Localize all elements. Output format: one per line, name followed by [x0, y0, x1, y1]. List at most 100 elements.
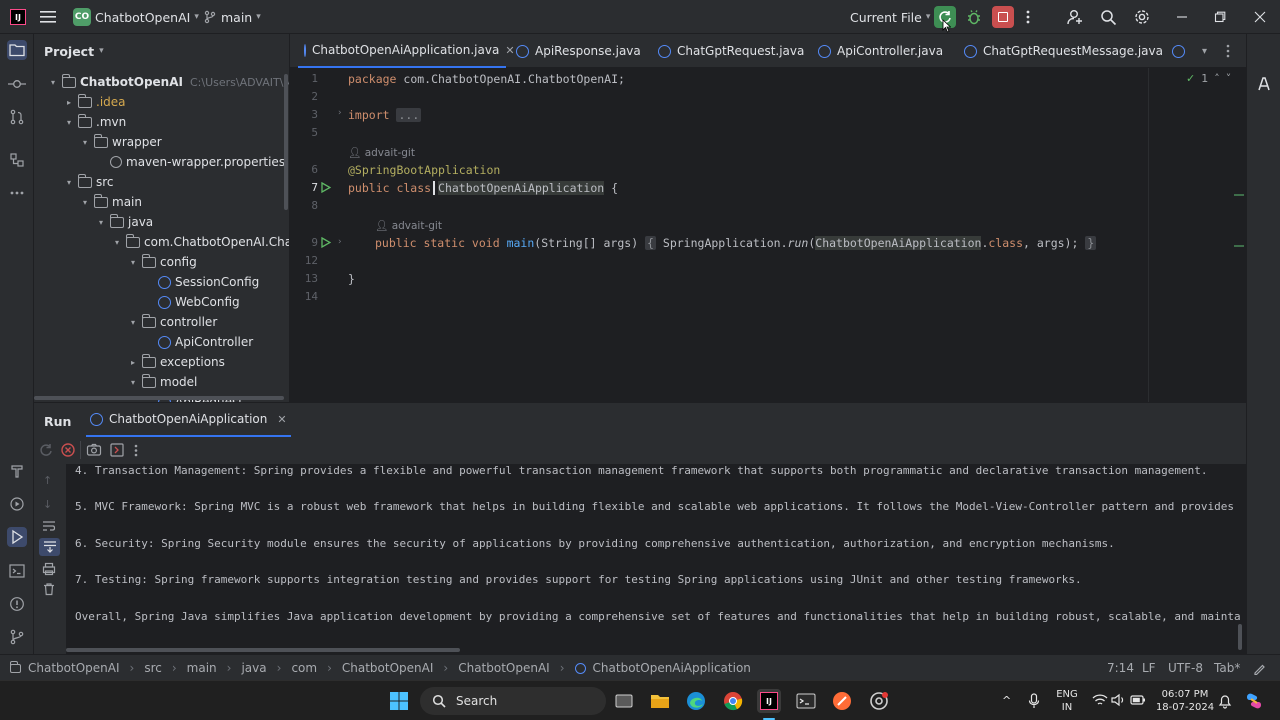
add-user-icon[interactable]: [1066, 0, 1084, 34]
chevron-down-icon[interactable]: ▾: [64, 177, 74, 187]
breadcrumb-item[interactable]: src: [144, 661, 162, 675]
breadcrumb-item[interactable]: ChatbotOpenAiApplication: [593, 661, 751, 675]
tab-api-response[interactable]: ApiResponse.java: [516, 34, 641, 68]
fold-chevron-icon[interactable]: ›: [337, 108, 342, 118]
more-tool-windows-icon[interactable]: [7, 183, 27, 203]
terminal-app-icon[interactable]: [794, 689, 818, 713]
minimize-window-icon[interactable]: [1176, 0, 1188, 34]
chevron-down-icon[interactable]: ▾: [80, 137, 90, 147]
breadcrumb-item[interactable]: java: [241, 661, 266, 675]
read-only-lock-icon[interactable]: [1253, 655, 1266, 681]
console-vertical-scrollbar[interactable]: [1238, 624, 1242, 650]
tab-chatbot-open-ai-application[interactable]: ChatbotOpenAiApplication.java ✕: [298, 34, 515, 68]
indent-setting[interactable]: Tab*: [1214, 655, 1240, 681]
problems-icon[interactable]: [7, 594, 27, 614]
tab-chat-gpt-request-message[interactable]: ChatGptRequestMessage.java: [964, 34, 1163, 68]
intellij-taskbar-icon[interactable]: IJ: [757, 689, 781, 713]
tree-item[interactable]: ▾ src: [64, 172, 114, 192]
commit-icon[interactable]: [7, 74, 27, 94]
terminal-icon[interactable]: [7, 561, 27, 581]
structure-icon[interactable]: [7, 150, 27, 170]
services-icon[interactable]: [7, 494, 27, 514]
run-class-gutter-icon[interactable]: [321, 182, 331, 193]
tree-item[interactable]: ▾ com.ChatbotOpenAI.Chatbot: [112, 232, 289, 252]
exit-icon[interactable]: [109, 442, 125, 458]
chevron-down-icon[interactable]: ▾: [48, 77, 58, 87]
inspection-widget[interactable]: ✓ 1 ˄ ˅: [1186, 72, 1231, 85]
tray-overflow-chevron-icon[interactable]: ^: [1002, 694, 1011, 707]
battery-icon[interactable]: [1130, 693, 1146, 707]
run-config-select[interactable]: Current File ▾: [850, 0, 930, 34]
file-explorer-icon[interactable]: [648, 689, 672, 713]
print-icon[interactable]: [42, 562, 56, 576]
tab-chat-gpt-request[interactable]: ChatGptRequest.java: [658, 34, 804, 68]
recent-tabs-chevron-icon[interactable]: ▾: [1202, 34, 1207, 68]
git-icon[interactable]: [7, 627, 27, 647]
tree-item[interactable]: WebConfig: [144, 292, 240, 312]
arrow-down-icon[interactable]: ↓: [43, 498, 52, 511]
console-horizontal-scrollbar[interactable]: [66, 648, 460, 652]
ai-assistant-icon[interactable]: [1254, 74, 1274, 94]
caret-position[interactable]: 7:14: [1107, 655, 1134, 681]
windows-start-icon[interactable]: [387, 689, 411, 713]
wifi-icon[interactable]: [1092, 693, 1108, 707]
microphone-icon[interactable]: [1028, 693, 1040, 709]
tree-item[interactable]: ▾ java: [96, 212, 153, 232]
breadcrumb-item[interactable]: main: [187, 661, 217, 675]
arrow-up-icon[interactable]: ↑: [43, 474, 52, 487]
edge-browser-icon[interactable]: [684, 689, 708, 713]
code-author-hint[interactable]: 👤︎ advait-git: [348, 146, 415, 159]
chevron-down-icon[interactable]: ▾: [64, 117, 74, 127]
rerun-disabled-icon[interactable]: [38, 442, 54, 458]
app-logo-icon[interactable]: IJ: [10, 0, 26, 34]
more-actions-icon[interactable]: [1026, 0, 1030, 34]
camera-icon[interactable]: [86, 442, 102, 458]
tree-item[interactable]: ▾ controller: [128, 312, 217, 332]
main-menu-icon[interactable]: [40, 0, 56, 34]
chevron-down-icon[interactable]: ▾: [112, 237, 122, 247]
line-separator[interactable]: LF: [1142, 655, 1156, 681]
console-output[interactable]: 4. Transaction Management: Spring provid…: [66, 464, 1246, 654]
notification-icon[interactable]: [1218, 693, 1232, 709]
chrome-browser-icon[interactable]: [721, 689, 745, 713]
branch-switcher[interactable]: main ▾: [203, 0, 261, 34]
chevron-down-icon[interactable]: ▾: [128, 257, 138, 267]
volume-icon[interactable]: [1111, 693, 1127, 707]
breadcrumb-item[interactable]: ChatbotOpenAI: [342, 661, 434, 675]
project-tool-window-icon[interactable]: [7, 40, 27, 60]
tree-item[interactable]: ▾ model: [128, 372, 197, 392]
run-tool-window-icon[interactable]: [7, 527, 27, 547]
fold-chevron-icon[interactable]: ›: [337, 237, 342, 247]
file-encoding[interactable]: UTF-8: [1168, 655, 1203, 681]
class-name-symbol[interactable]: ChatbotOpenAiApplication: [438, 181, 605, 195]
settings-gear-icon[interactable]: [1133, 0, 1151, 34]
search-everywhere-icon[interactable]: [1100, 0, 1117, 34]
tree-item[interactable]: ▾ wrapper: [80, 132, 162, 152]
soft-wrap-icon[interactable]: [42, 520, 56, 532]
stop-process-icon[interactable]: [60, 442, 76, 458]
breadcrumb-item[interactable]: ChatbotOpenAI: [458, 661, 550, 675]
tree-item[interactable]: ▾ .mvn: [64, 112, 126, 132]
postman-icon[interactable]: [830, 689, 854, 713]
stop-button[interactable]: [992, 0, 1014, 34]
tree-item[interactable]: ▾ config: [128, 252, 197, 272]
chevron-up-icon[interactable]: ˄: [1214, 72, 1220, 85]
more-options-icon[interactable]: [134, 444, 138, 457]
pull-requests-icon[interactable]: [7, 107, 27, 127]
taskbar-search[interactable]: Search: [420, 687, 606, 715]
build-hammer-icon[interactable]: [7, 461, 27, 481]
chevron-down-icon[interactable]: ▾: [128, 317, 138, 327]
tree-item[interactable]: ▸ exceptions: [128, 352, 225, 372]
project-switcher[interactable]: CO ChatbotOpenAI ▾: [73, 0, 199, 34]
folded-imports[interactable]: ...: [396, 108, 422, 122]
input-language[interactable]: ENG IN: [1054, 688, 1080, 714]
tab-overflow-partial[interactable]: [1172, 34, 1185, 68]
tree-vertical-scrollbar[interactable]: [284, 74, 288, 210]
tree-item[interactable]: ▾ main: [80, 192, 142, 212]
run-tab[interactable]: ChatbotOpenAiApplication ✕: [86, 403, 291, 437]
chevron-down-icon[interactable]: ▾: [96, 217, 106, 227]
tab-more-icon[interactable]: [1226, 34, 1230, 68]
tree-item[interactable]: ApiController: [144, 332, 253, 352]
trash-icon[interactable]: [42, 582, 56, 596]
debug-button[interactable]: [966, 0, 982, 34]
